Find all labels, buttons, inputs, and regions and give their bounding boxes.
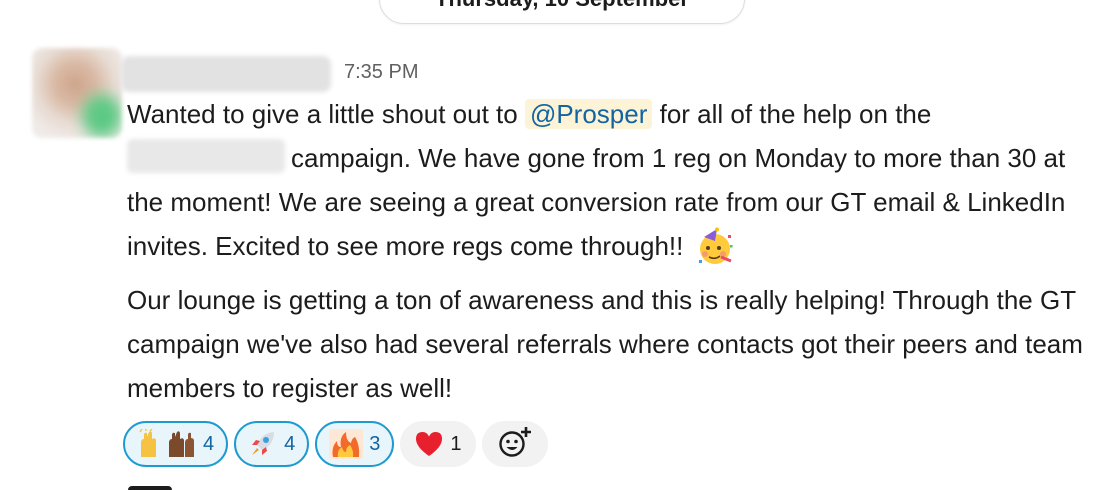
reaction-count: 1 [450, 432, 462, 455]
raised-hands-icon [137, 429, 197, 459]
reaction-bar: 4 4 3 1 [123, 421, 548, 467]
heart-icon [414, 430, 444, 458]
reaction-raised-hands[interactable]: 4 [123, 421, 229, 467]
next-message-edge [128, 486, 172, 490]
reaction-heart[interactable]: 1 [400, 421, 476, 467]
slack-message-view: Thursday, 10 September 7:35 PM Wanted to… [0, 0, 1120, 490]
partying-face-icon [695, 227, 735, 267]
reaction-fire[interactable]: 3 [315, 421, 395, 467]
fire-icon [329, 429, 364, 459]
avatar[interactable] [32, 48, 122, 138]
reaction-count: 4 [203, 432, 215, 455]
date-divider[interactable]: Thursday, 10 September [379, 0, 745, 24]
message-text: Wanted to give a little shout out to [127, 99, 525, 129]
message-timestamp[interactable]: 7:35 PM [344, 61, 418, 84]
add-reaction-button[interactable] [481, 421, 548, 467]
message-body: Wanted to give a little shout out to @Pr… [127, 92, 1102, 410]
date-divider-label: Thursday, 10 September [435, 0, 689, 12]
rocket-icon [248, 429, 278, 459]
avatar-blur [82, 94, 122, 138]
message-paragraph-2: Our lounge is getting a ton of awareness… [127, 285, 1083, 403]
user-mention[interactable]: @Prosper [524, 99, 653, 129]
reaction-rocket[interactable]: 4 [234, 421, 310, 467]
reaction-count: 4 [284, 432, 296, 455]
reaction-count: 3 [369, 432, 381, 455]
add-reaction-icon [497, 425, 533, 464]
message-text: for all of the help on the [652, 99, 932, 129]
redacted-text [127, 139, 285, 173]
message-paragraph-1: Wanted to give a little shout out to @Pr… [127, 92, 1102, 268]
sender-name-redacted[interactable] [121, 56, 331, 92]
